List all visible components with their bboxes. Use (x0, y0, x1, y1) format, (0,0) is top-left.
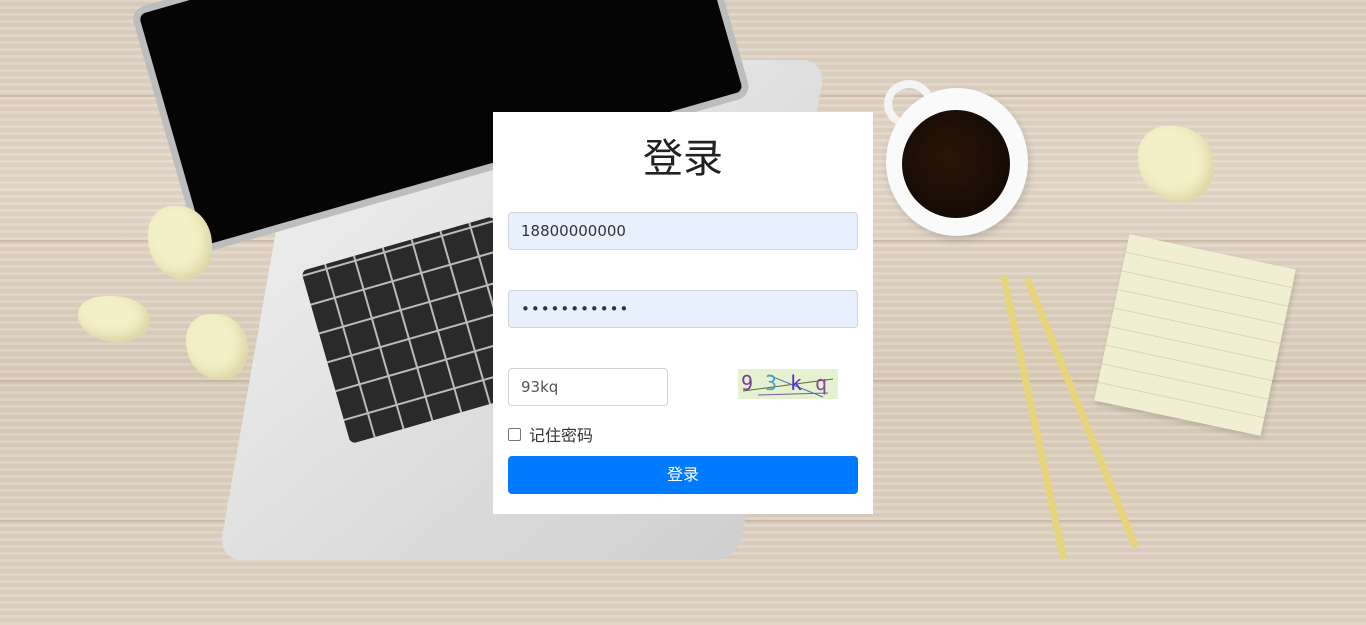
captcha-char: q (815, 371, 827, 395)
coffee-image (902, 110, 1010, 218)
captcha-char: 9 (741, 371, 753, 395)
username-input[interactable]: 18800000000 (508, 212, 858, 250)
crumpled-paper-image (148, 206, 212, 280)
login-submit-button[interactable]: 登录 (508, 456, 858, 494)
captcha-char: k (790, 371, 802, 395)
remember-password-checkbox[interactable] (508, 427, 521, 441)
password-input[interactable]: ••••••••••• (508, 290, 858, 328)
captcha-svg: 9 3 k q (738, 369, 838, 399)
login-title: 登录 (643, 136, 723, 182)
remember-password-row[interactable]: 记住密码 (508, 424, 594, 445)
captcha-char: 3 (765, 371, 777, 395)
remember-password-label: 记住密码 (529, 426, 594, 445)
captcha-image[interactable]: 9 3 k q (738, 369, 838, 399)
crumpled-paper-image (1138, 126, 1214, 202)
sticky-notepad-image (1094, 234, 1296, 436)
pencil-image (999, 274, 1068, 560)
login-panel: 登录 18800000000 ••••••••••• 93kq 9 3 k q … (493, 112, 873, 514)
captcha-input[interactable]: 93kq (508, 368, 668, 406)
crumpled-paper-image (78, 296, 150, 342)
crumpled-paper-image (186, 314, 248, 380)
